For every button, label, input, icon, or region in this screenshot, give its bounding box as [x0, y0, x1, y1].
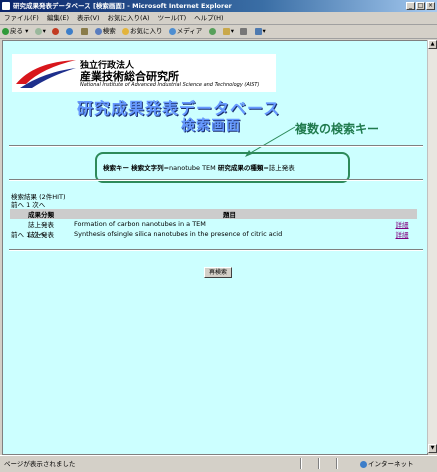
pager-top[interactable]: 前へ 1 次へ	[11, 199, 45, 209]
divider	[318, 458, 320, 469]
divider	[9, 249, 423, 251]
browser-window: 研究成果発表データベース [検索画面] - Microsoft Internet…	[0, 0, 437, 472]
vertical-scrollbar[interactable]: ▲ ▼	[427, 40, 437, 453]
menu-bar: ファイル(F) 編集(E) 表示(V) お気に入り(A) ツール(T) ヘルプ(H)	[0, 12, 437, 25]
forward-button[interactable]: ▾	[33, 25, 48, 38]
mail-icon	[222, 27, 230, 35]
divider	[336, 458, 338, 469]
print-button[interactable]	[238, 25, 250, 38]
divider	[9, 145, 423, 147]
favorites-icon	[122, 27, 130, 35]
search-icon	[94, 27, 102, 35]
history-icon	[208, 27, 216, 35]
close-button[interactable]: ×	[426, 2, 435, 10]
favorites-label: お気に入り	[130, 27, 163, 35]
header-title: 題目	[72, 209, 387, 219]
search-string-label: 検索文字列	[131, 164, 164, 172]
zone-label: インターネット	[368, 460, 414, 468]
minimize-button[interactable]: _	[406, 2, 415, 10]
aist-logo: 独立行政法人 産業技術総合研究所 National Institute of A…	[12, 54, 276, 92]
page-subtitle: 検索画面	[181, 118, 241, 134]
back-label: 戻る	[10, 27, 23, 35]
pager-bottom[interactable]: 前へ 1 次へ	[11, 229, 45, 239]
menu-favorites[interactable]: お気に入り(A)	[104, 12, 154, 24]
category-value: =誌上発表	[263, 164, 295, 172]
page-content: 独立行政法人 産業技術総合研究所 National Institute of A…	[2, 40, 428, 455]
print-icon	[240, 27, 248, 35]
menu-file[interactable]: ファイル(F)	[0, 12, 43, 24]
favorites-button[interactable]: お気に入り	[120, 25, 165, 38]
swoosh-icon	[16, 60, 76, 88]
results-table: 成果分類 題目 誌上発表 Formation of carbon nanotub…	[10, 209, 417, 239]
history-button[interactable]	[207, 25, 219, 38]
mail-button[interactable]: ▾	[221, 25, 236, 38]
scroll-up-button[interactable]: ▲	[428, 40, 437, 49]
stop-button[interactable]	[50, 25, 62, 38]
back-button[interactable]: 戻る ▾	[0, 25, 30, 38]
status-bar: ページが表示されました インターネット	[0, 455, 437, 472]
detail-link[interactable]: 詳細	[396, 221, 409, 229]
media-icon	[168, 27, 176, 35]
home-icon	[80, 27, 88, 35]
stop-icon	[52, 27, 60, 35]
table-row: 誌上発表 Synthesis ofsingle silica nanotubes…	[10, 229, 417, 239]
home-button[interactable]	[79, 25, 91, 38]
ie-icon	[2, 2, 10, 10]
search-key-line: 検索キー 検索文字列=nanotube TEM 研究成果の種類=誌上発表	[103, 162, 295, 172]
security-zone: インターネット	[360, 459, 414, 469]
scroll-down-button[interactable]: ▼	[428, 444, 437, 453]
forward-icon	[34, 27, 42, 35]
menu-tools[interactable]: ツール(T)	[154, 12, 191, 24]
search-key-label: 検索キー	[103, 164, 129, 172]
table-row: 誌上発表 Formation of carbon nanotubes in a …	[10, 219, 417, 229]
refresh-icon	[66, 27, 74, 35]
globe-icon	[360, 460, 367, 468]
refresh-button[interactable]	[64, 25, 76, 38]
row-title: Synthesis ofsingle silica nanotubes in t…	[74, 230, 283, 238]
header-category: 成果分類	[10, 209, 72, 219]
category-label: 研究成果の種類	[217, 164, 264, 172]
maximize-button[interactable]: □	[416, 2, 425, 10]
page-title: 研究成果発表データベース	[77, 99, 281, 118]
row-title: Formation of carbon nanotubes in a TEM	[74, 220, 206, 228]
row-category: 誌上発表	[28, 221, 54, 229]
toolbar: 戻る ▾ ▾ 検索 お気に入り メディア ▾ ▾	[0, 25, 437, 39]
edit-icon	[254, 27, 262, 35]
menu-help[interactable]: ヘルプ(H)	[190, 12, 227, 24]
search-again-button[interactable]: 再検索	[204, 267, 233, 278]
back-icon	[2, 27, 9, 35]
divider	[9, 179, 423, 181]
search-string-value: =nanotube TEM	[163, 164, 216, 172]
window-title: 研究成果発表データベース [検索画面] - Microsoft Internet…	[13, 2, 232, 10]
media-button[interactable]: メディア	[167, 25, 205, 38]
org-english: National Institute of Advanced Industria…	[80, 82, 260, 88]
callout-label: 複数の検索キー	[295, 122, 380, 136]
title-bar: 研究成果発表データベース [検索画面] - Microsoft Internet…	[0, 0, 437, 12]
search-button[interactable]: 検索	[93, 25, 118, 38]
status-text: ページが表示されました	[4, 460, 76, 468]
menu-edit[interactable]: 編集(E)	[43, 12, 73, 24]
menu-view[interactable]: 表示(V)	[73, 12, 104, 24]
media-label: メディア	[176, 27, 203, 35]
divider	[300, 458, 302, 469]
header-detail	[387, 209, 417, 219]
detail-link[interactable]: 詳細	[396, 231, 409, 239]
edit-button[interactable]: ▾	[253, 25, 268, 38]
table-header-row: 成果分類 題目	[10, 209, 417, 219]
search-label: 検索	[102, 27, 116, 35]
